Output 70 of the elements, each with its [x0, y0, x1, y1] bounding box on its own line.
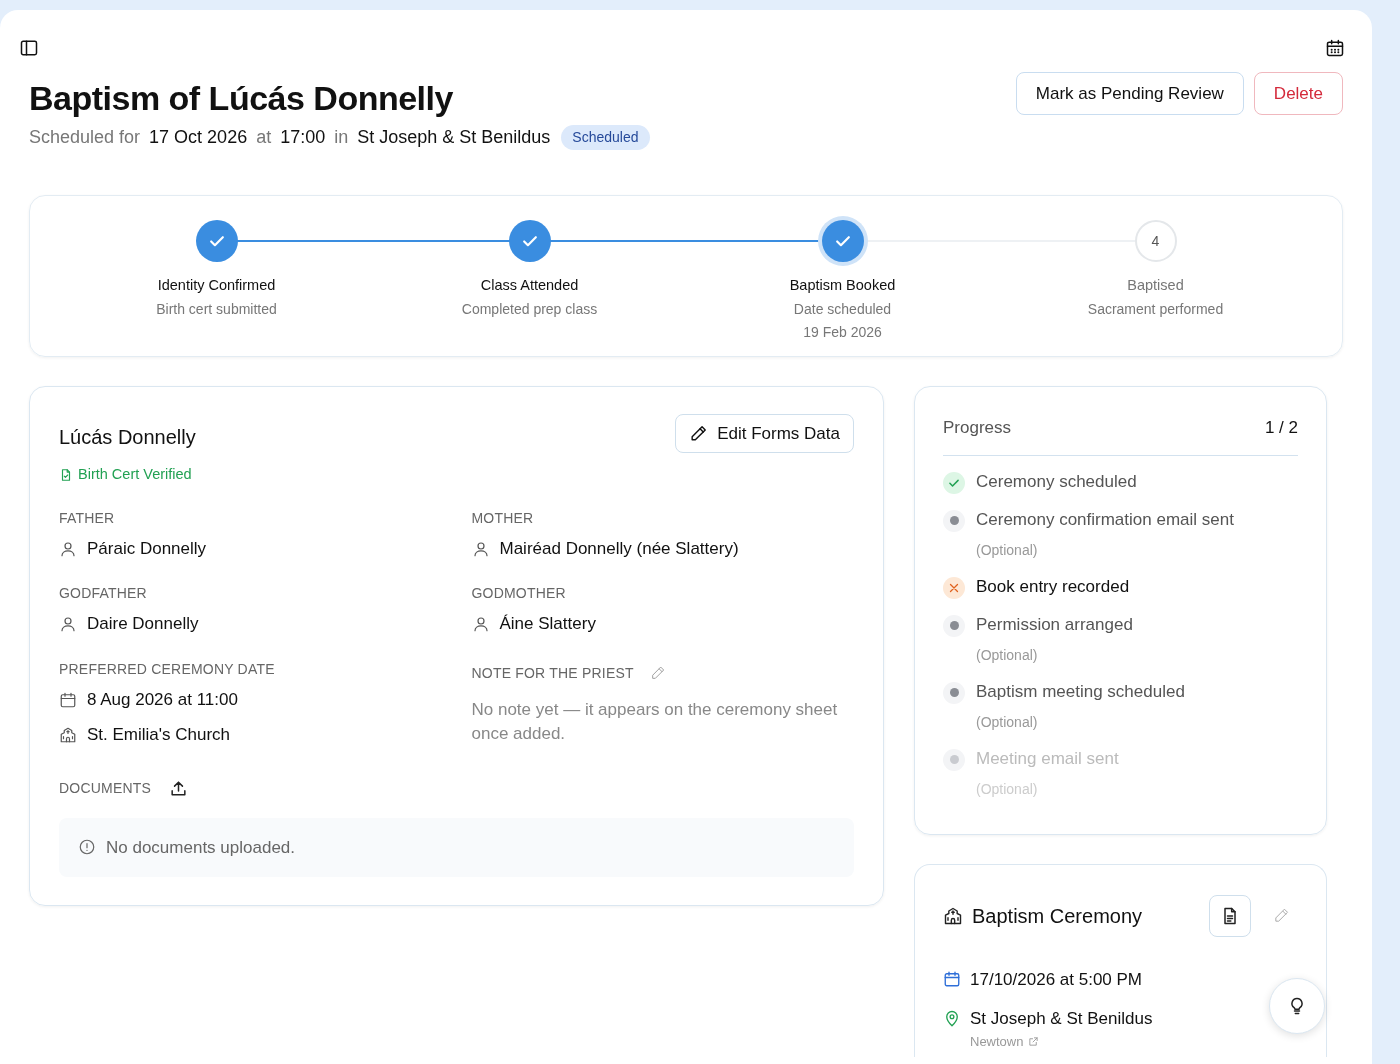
ceremony-datetime: 17/10/2026 at 5:00 PM [970, 968, 1143, 991]
step-title: Baptism Booked [789, 276, 896, 295]
optional-note: (Optional) [976, 645, 1039, 665]
empty-message: No documents uploaded. [106, 836, 296, 859]
field-label: FATHER [59, 508, 116, 528]
pending-review-button[interactable]: Mark as Pending Review [1015, 72, 1244, 115]
calendar-icon[interactable] [1325, 38, 1345, 58]
field-label: PREFERRED CEREMONY DATE [59, 659, 276, 679]
field-label: GODFATHER [59, 584, 148, 604]
field-value: Áine Slattery [499, 613, 596, 636]
field-value: 8 Aug 2026 at 11:00 [87, 688, 238, 711]
checklist-item: Ceremony scheduled [976, 470, 1137, 493]
person-icon [59, 615, 77, 633]
checklist-item: Ceremony confirmation email sent [976, 508, 1234, 531]
schedule-value: 17 Oct 2026 [149, 126, 248, 149]
step-title: Baptised [1127, 276, 1184, 295]
tips-button[interactable] [1269, 978, 1325, 1034]
step-detail: Birth cert submitted [156, 299, 277, 319]
file-check-icon [59, 467, 73, 482]
step-detail: Date scheduled [793, 299, 892, 319]
calendar-icon [943, 970, 961, 989]
optional-note: (Optional) [976, 540, 1039, 560]
delete-button[interactable]: Delete [1253, 72, 1343, 115]
info-icon [78, 838, 96, 857]
verification-status: Birth Cert Verified [78, 465, 192, 484]
pencil-icon [689, 424, 709, 443]
map-pin-icon [943, 1009, 961, 1028]
schedule-label: in [334, 126, 349, 149]
ceremony-title: Baptism Ceremony [972, 903, 1144, 929]
candidate-name: Lúcás Donnelly [59, 425, 196, 450]
schedule-value: 17:00 [280, 126, 326, 149]
note-text: No note yet — it appears on the ceremony sheet once added. [471, 698, 839, 745]
edit-forms-button[interactable]: Edit Forms Data [675, 414, 854, 453]
schedule-label: at [256, 126, 272, 149]
schedule-label: Scheduled for [29, 126, 141, 149]
step-number: 4 [1134, 220, 1177, 262]
field-label: NOTE FOR THE PRIEST [471, 663, 634, 683]
documents-label: DOCUMENTS [59, 778, 152, 798]
step-detail: 19 Feb 2026 [803, 322, 882, 342]
schedule-value: St Joseph & St Benildus [357, 126, 551, 149]
church-icon [59, 726, 77, 744]
field-label: GODMOTHER [471, 584, 567, 604]
progress-count: 1 / 2 [1264, 417, 1298, 439]
sidebar-toggle-icon[interactable] [19, 38, 39, 58]
person-icon [471, 615, 490, 633]
step-title: Class Attended [480, 276, 579, 295]
step-title: Identity Confirmed [157, 276, 276, 295]
ceremony-venue: St Joseph & St Benildus [970, 1008, 1153, 1030]
external-link-icon [1028, 1035, 1040, 1047]
status-badge: Scheduled [561, 125, 650, 150]
step-detail: Sacrament performed [1087, 299, 1224, 319]
document-button[interactable] [1209, 894, 1251, 937]
field-value: Daire Donnelly [87, 613, 199, 636]
step-detail: Completed prep class [461, 299, 598, 319]
optional-note: (Optional) [976, 712, 1039, 732]
checklist-item: Book entry recorded [976, 575, 1130, 598]
checklist-item: Meeting email sent [976, 747, 1119, 770]
checklist-item: Baptism meeting scheduled [976, 680, 1185, 703]
field-value: St. Emilia's Church [87, 724, 231, 747]
checklist-item: Permission arranged [976, 613, 1133, 636]
field-label: MOTHER [471, 508, 535, 528]
progress-title: Progress [943, 417, 1012, 439]
field-value: Páraic Donnelly [87, 537, 207, 560]
upload-icon[interactable] [169, 778, 189, 798]
person-icon [59, 539, 77, 558]
church-icon [943, 905, 963, 926]
person-icon [471, 539, 490, 558]
calendar-icon [59, 690, 77, 709]
field-value: Mairéad Donnelly (née Slattery) [499, 537, 739, 560]
page-title: Baptism of Lúcás Donnelly [29, 78, 454, 119]
